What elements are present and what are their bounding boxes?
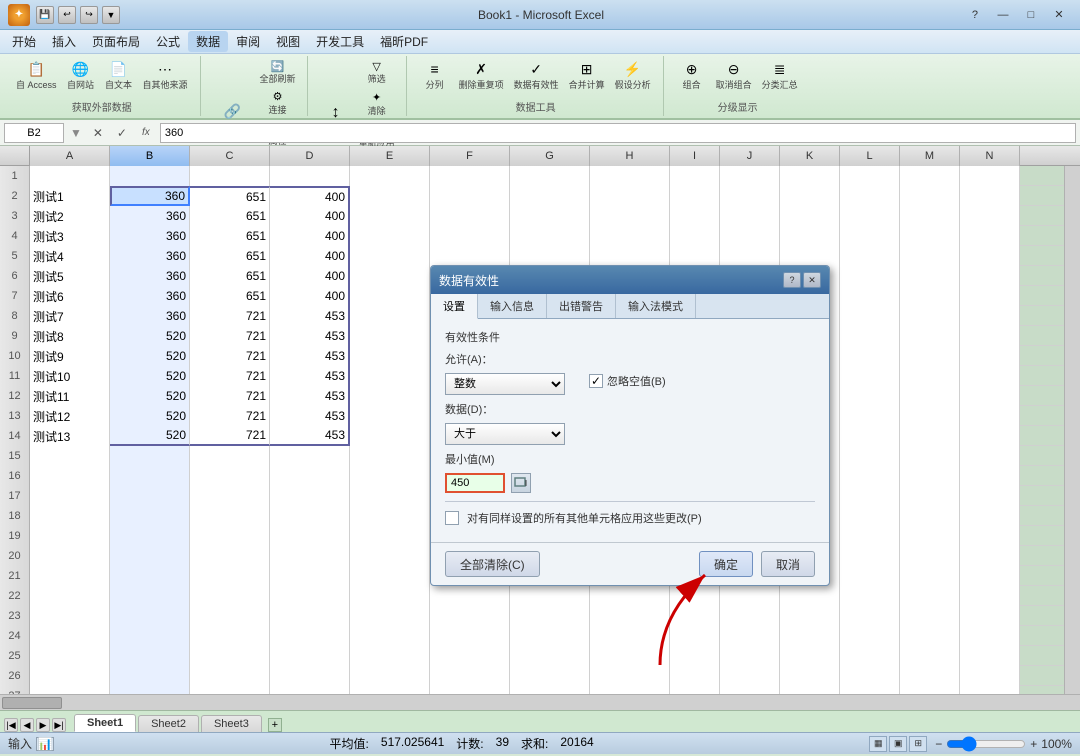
dialog-title-bar: 数据有效性 ? ✕: [431, 266, 829, 294]
apply-all-checkbox[interactable]: [445, 511, 459, 525]
dialog-tabs: 设置 输入信息 出错警告 输入法模式: [431, 294, 829, 319]
dialog-tab-settings[interactable]: 设置: [431, 294, 478, 319]
data-select[interactable]: 大于 小于 等于 大于或等于 小于或等于 介于 不介于: [445, 423, 565, 445]
clear-all-button[interactable]: 全部清除(C): [445, 551, 540, 577]
min-range-select-icon[interactable]: [511, 473, 531, 493]
dialog-overlay: 数据有效性 ? ✕ 设置 输入信息 出错警告 输入法模式 有效性条件 允许(A)…: [0, 0, 1080, 756]
data-label-row: 数据(D)：: [445, 401, 815, 417]
allow-row: 允许(A)：: [445, 351, 815, 367]
ok-button[interactable]: 确定: [699, 551, 753, 577]
allow-select[interactable]: 整数 小数 列表 日期 时间 文本长度 自定义: [445, 373, 565, 395]
min-input-row: [445, 473, 815, 493]
min-label: 最小值(M): [445, 451, 495, 467]
cancel-button[interactable]: 取消: [761, 551, 815, 577]
data-validation-dialog: 数据有效性 ? ✕ 设置 输入信息 出错警告 输入法模式 有效性条件 允许(A)…: [430, 265, 830, 586]
dialog-footer-right: 确定 取消: [699, 551, 815, 577]
ignore-blank-label: 忽略空值(B): [607, 373, 666, 389]
data-label: 数据(D)：: [445, 401, 493, 417]
dialog-tab-ime[interactable]: 输入法模式: [616, 294, 696, 318]
min-value-input[interactable]: [445, 473, 505, 493]
dialog-help-button[interactable]: ?: [783, 272, 801, 288]
dialog-tab-input-msg[interactable]: 输入信息: [478, 294, 547, 318]
allow-control-row: 整数 小数 列表 日期 时间 文本长度 自定义 ✓ 忽略空值(B): [445, 373, 815, 395]
dialog-footer: 全部清除(C) 确定 取消: [431, 542, 829, 585]
dialog-title-text: 数据有效性: [439, 272, 499, 289]
checkbox-check: ✓: [591, 374, 601, 388]
dialog-tab-error-alert[interactable]: 出错警告: [547, 294, 616, 318]
min-label-row: 最小值(M): [445, 451, 815, 467]
dialog-title-buttons: ? ✕: [783, 272, 821, 288]
allow-label: 允许(A)：: [445, 351, 505, 367]
dialog-divider: [445, 501, 815, 502]
validity-condition-title: 有效性条件: [445, 329, 815, 345]
dialog-body: 有效性条件 允许(A)： 整数 小数 列表 日期 时间 文本长度 自定义: [431, 319, 829, 536]
dialog-close-button[interactable]: ✕: [803, 272, 821, 288]
data-select-wrap: 大于 小于 等于 大于或等于 小于或等于 介于 不介于: [445, 423, 565, 445]
apply-all-row: 对有同样设置的所有其他单元格应用这些更改(P): [445, 510, 815, 526]
allow-select-wrap: 整数 小数 列表 日期 时间 文本长度 自定义: [445, 373, 565, 395]
ignore-blank-checkbox[interactable]: ✓: [589, 374, 603, 388]
apply-all-label: 对有同样设置的所有其他单元格应用这些更改(P): [467, 510, 702, 526]
data-control-row: 大于 小于 等于 大于或等于 小于或等于 介于 不介于: [445, 423, 815, 445]
ignore-blank-row: ✓ 忽略空值(B): [589, 373, 666, 389]
